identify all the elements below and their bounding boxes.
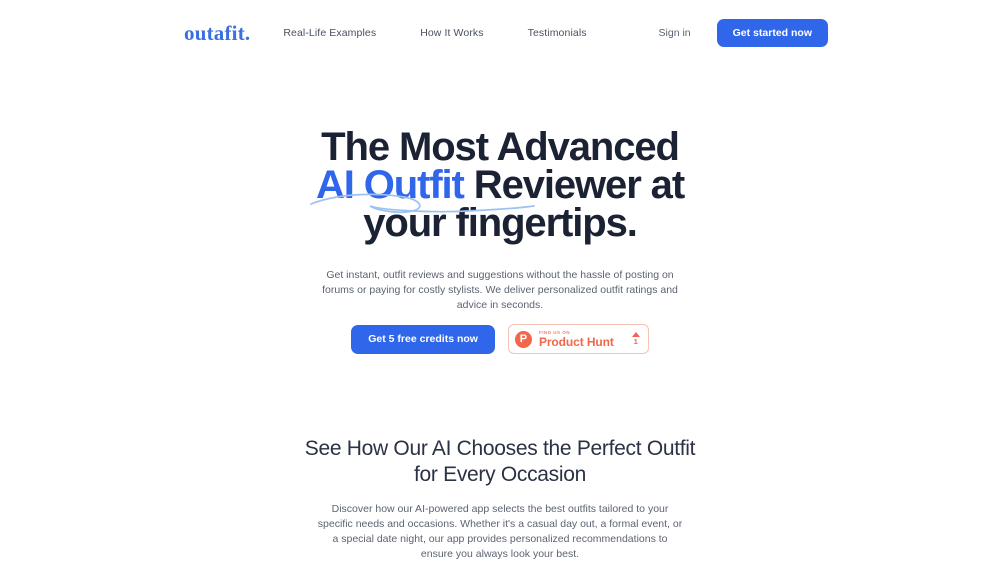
hero-section: The Most Advanced AI Outfit Reviewer at … bbox=[0, 127, 1000, 313]
landing-page: outafit. Real-Life Examples How It Works… bbox=[0, 0, 1000, 563]
site-header: outafit. Real-Life Examples How It Works… bbox=[0, 0, 1000, 66]
primary-nav: Real-Life Examples How It Works Testimon… bbox=[283, 27, 586, 39]
hero-subtitle: Get instant, outfit reviews and suggesti… bbox=[322, 269, 678, 311]
product-hunt-text: FIND US ON Product Hunt bbox=[539, 330, 614, 349]
product-hunt-upvote-count: 1 bbox=[633, 337, 638, 346]
get-started-now-button[interactable]: Get started now bbox=[716, 18, 828, 48]
hero-title-line-3: fingertips. bbox=[455, 201, 638, 245]
sign-in-link[interactable]: Sign in bbox=[659, 27, 691, 39]
get-free-credits-button[interactable]: Get 5 free credits now bbox=[351, 324, 495, 354]
product-hunt-upvote[interactable]: 1 bbox=[631, 332, 640, 346]
product-hunt-name: Product Hunt bbox=[538, 334, 614, 349]
section2-body: Discover how our AI-powered app selects … bbox=[317, 503, 683, 560]
nav-link-testimonials[interactable]: Testimonials bbox=[528, 27, 587, 39]
product-hunt-badge[interactable]: P FIND US ON Product Hunt 1 bbox=[507, 324, 649, 354]
how-it-works-section: See How Our AI Chooses the Perfect Outfi… bbox=[0, 436, 1000, 562]
hero-title: The Most Advanced AI Outfit Reviewer at … bbox=[290, 127, 710, 245]
logo-outafit[interactable]: outafit. bbox=[184, 22, 250, 44]
section2-title: See How Our AI Chooses the Perfect Outfi… bbox=[300, 436, 700, 488]
nav-link-how-it-works[interactable]: How It Works bbox=[420, 27, 483, 39]
hero-title-highlight: AI Outfit bbox=[310, 163, 535, 214]
hero-cta-row: Get 5 free credits now P FIND US ON Prod… bbox=[0, 324, 1000, 354]
header-actions: Sign in Get started now bbox=[659, 18, 828, 48]
product-hunt-logo-icon: P bbox=[514, 330, 532, 348]
hero-title-highlight-text: AI Outfit bbox=[315, 163, 465, 207]
nav-link-real-life-examples[interactable]: Real-Life Examples bbox=[283, 27, 376, 39]
section2-title-line-1: See How Our AI Chooses the Perfect bbox=[304, 437, 642, 460]
